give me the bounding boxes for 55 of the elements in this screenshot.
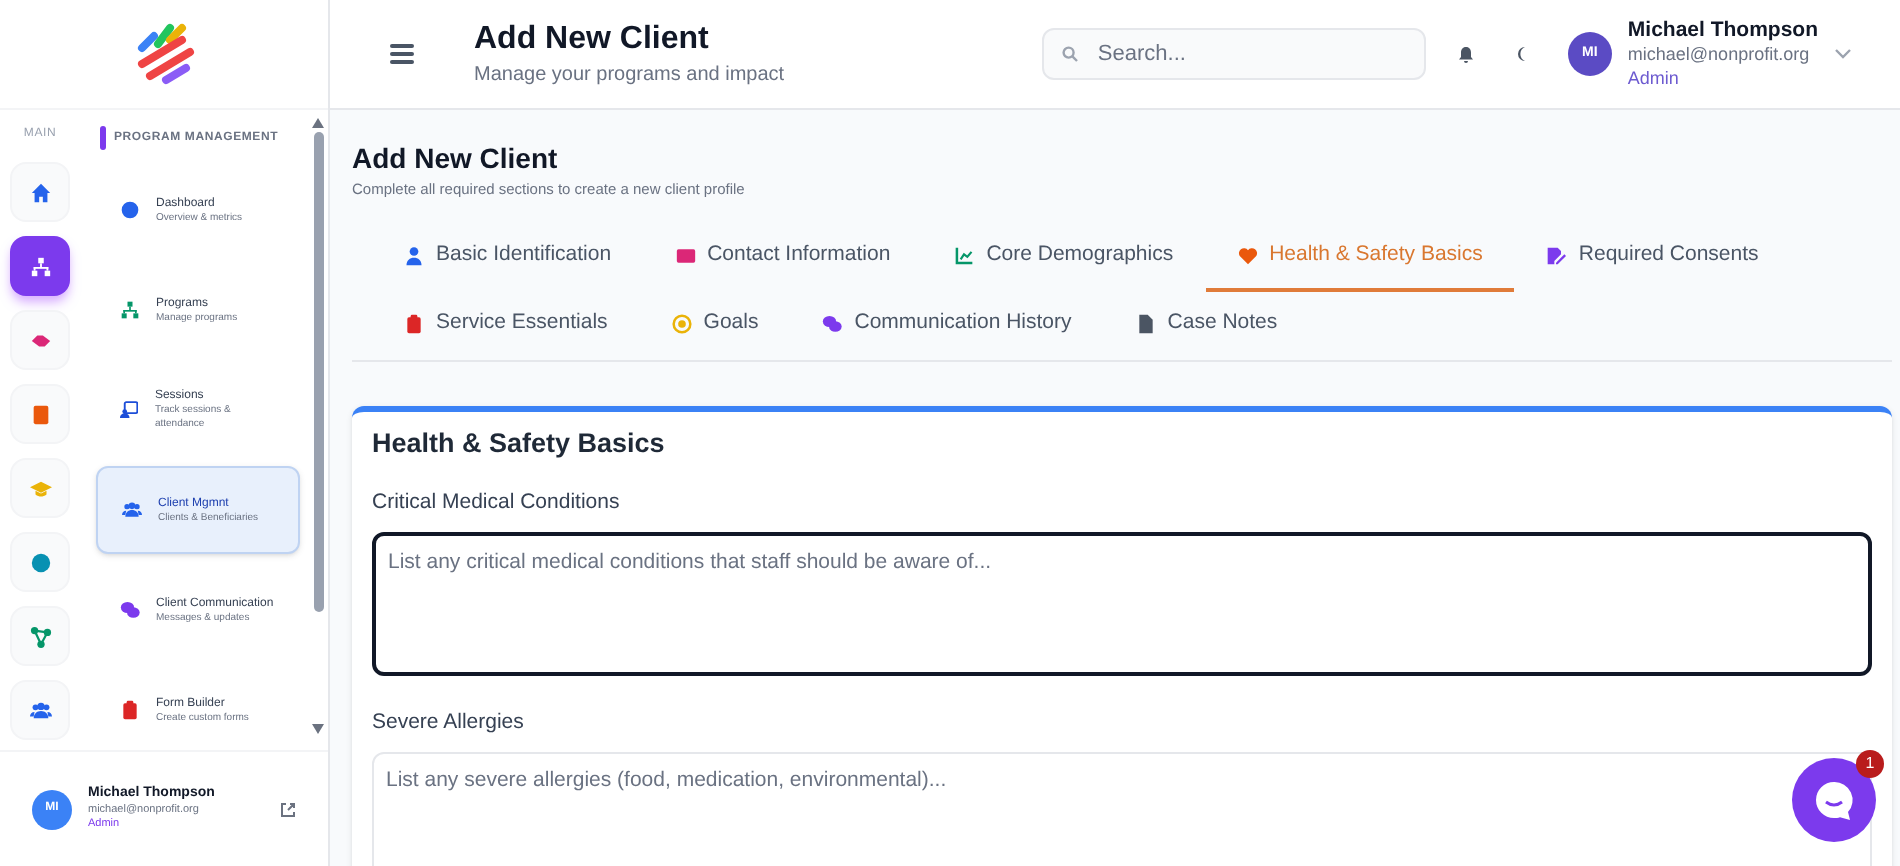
signature-icon <box>1546 245 1567 266</box>
clipboard-icon <box>120 700 140 720</box>
graduation-cap-icon <box>29 477 51 499</box>
external-link-icon[interactable] <box>280 801 296 817</box>
rail-button[interactable] <box>10 606 70 666</box>
search-icon <box>1061 46 1078 62</box>
users-icon <box>122 500 142 520</box>
users-icon <box>29 699 51 721</box>
rail-button[interactable] <box>10 532 70 592</box>
header-title: Add New Client <box>474 19 711 59</box>
heart-icon <box>1237 245 1258 266</box>
file-icon <box>1135 313 1156 334</box>
rail-button[interactable] <box>10 384 70 444</box>
text-area[interactable]: List any critical medical conditions that staff should be aware of... <box>372 531 1872 676</box>
user-email: michael@nonprofit.org <box>1627 44 1812 68</box>
scrollbar-thumb[interactable] <box>313 132 323 612</box>
chat-bubbles-icon <box>822 313 843 334</box>
rail-button[interactable] <box>10 310 70 370</box>
chart-icon <box>954 245 975 266</box>
moon-icon[interactable] <box>1513 46 1528 62</box>
home-icon <box>29 181 51 203</box>
section-title: Health & Safety Basics <box>372 425 667 462</box>
chevron-down-icon[interactable] <box>1834 48 1852 60</box>
rail-button[interactable] <box>10 236 70 296</box>
section-marker <box>100 126 106 150</box>
tab[interactable]: Communication History <box>790 291 1104 360</box>
scroll-up-arrow-icon[interactable] <box>312 118 324 128</box>
field-label: Severe Allergies <box>372 707 526 738</box>
hierarchy-icon <box>120 300 140 320</box>
person-icon <box>404 245 424 266</box>
search-field[interactable]: Search... <box>1041 28 1426 80</box>
presentation-icon <box>120 400 139 420</box>
tab[interactable]: Case Notes <box>1103 291 1310 360</box>
tab[interactable]: Goals <box>639 291 791 360</box>
target-icon <box>671 313 692 334</box>
page-title: Add New Client <box>352 142 560 177</box>
chat-bubbles-icon <box>120 600 140 620</box>
network-icon <box>29 625 51 647</box>
rail-button[interactable] <box>10 680 70 740</box>
chat-bubble-icon <box>1812 778 1856 822</box>
header-subtitle: Manage your programs and impact <box>474 61 785 89</box>
tab[interactable]: Basic Identification <box>372 223 644 292</box>
tab[interactable]: Service Essentials <box>372 291 640 360</box>
field-label: Critical Medical Conditions <box>372 488 622 518</box>
hierarchy-icon <box>29 255 51 277</box>
rail-button[interactable] <box>10 162 70 222</box>
user-name: Michael Thompson <box>1627 18 1818 45</box>
clipboard-icon <box>404 313 424 334</box>
user-role: Admin <box>1627 67 1681 90</box>
notification-bell-icon[interactable] <box>1457 45 1474 63</box>
tab[interactable]: Required Consents <box>1514 223 1791 292</box>
scroll-down-arrow-icon[interactable] <box>312 724 324 734</box>
tab[interactable]: Contact Information <box>643 223 923 292</box>
menu-button[interactable] <box>390 44 414 64</box>
tab[interactable]: Core Demographics <box>922 223 1206 292</box>
